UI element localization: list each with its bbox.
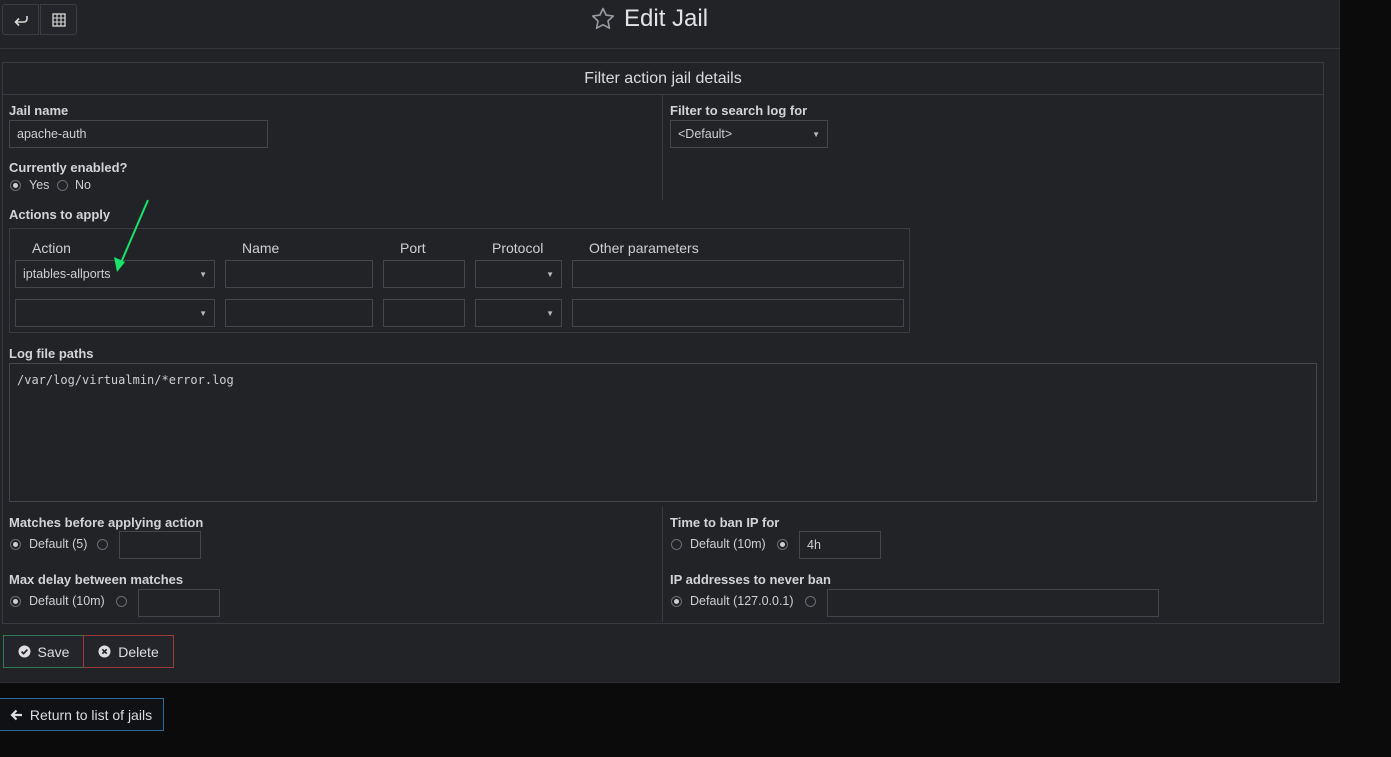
matches-default-radio[interactable]: [10, 539, 21, 550]
check-circle-icon: [18, 645, 31, 658]
log-paths-textarea[interactable]: /var/log/virtualmin/*error.log: [9, 363, 1317, 502]
max-delay-label: Max delay between matches: [9, 572, 184, 587]
top-bar: Edit Jail: [0, 0, 1340, 49]
undo-arrow-icon: [13, 13, 29, 27]
ban-time-default-radio[interactable]: [671, 539, 682, 550]
actions-header-name: Name: [242, 240, 280, 256]
arrow-left-icon: [10, 709, 23, 721]
column-divider-top: [662, 95, 663, 200]
max-delay-default-label: Default (10m): [29, 594, 105, 608]
action-select-row1-value: iptables-allports: [23, 267, 111, 281]
max-delay-input[interactable]: [138, 589, 220, 617]
action-protocol-select-row2[interactable]: ▼: [475, 299, 562, 327]
chevron-down-icon: ▼: [199, 270, 207, 279]
actions-header-protocol: Protocol: [492, 240, 544, 256]
filter-label: Filter to search log for: [670, 103, 808, 118]
actions-header-other: Other parameters: [589, 240, 699, 256]
chevron-down-icon: ▼: [546, 309, 554, 318]
never-ban-label: IP addresses to never ban: [670, 572, 831, 587]
jail-name-label: Jail name: [9, 103, 69, 118]
times-circle-icon: [98, 645, 111, 658]
enabled-yes-radio[interactable]: [10, 180, 21, 191]
filter-select-value: <Default>: [678, 127, 733, 141]
ban-time-input[interactable]: 4h: [799, 531, 881, 559]
return-button-label: Return to list of jails: [29, 706, 153, 723]
jail-name-input[interactable]: apache-auth: [9, 120, 268, 148]
column-divider-bottom: [662, 506, 663, 622]
page-title-text: Edit Jail: [624, 5, 709, 32]
action-select-row2[interactable]: ▼: [15, 299, 215, 327]
grid-button[interactable]: [40, 4, 77, 35]
return-to-jails-button[interactable]: Return to list of jails: [0, 698, 164, 731]
action-select-row1[interactable]: iptables-allports ▼: [15, 260, 215, 288]
max-delay-default-radio[interactable]: [10, 596, 21, 607]
never-ban-custom-radio[interactable]: [805, 596, 816, 607]
section-title: Filter action jail details: [3, 63, 1323, 95]
action-port-input-row2[interactable]: [383, 299, 465, 327]
matches-default-label: Default (5): [29, 537, 88, 551]
actions-label: Actions to apply: [9, 207, 111, 222]
matches-label: Matches before applying action: [9, 515, 204, 530]
save-button[interactable]: Save: [3, 635, 84, 668]
action-other-input-row2[interactable]: [572, 299, 904, 327]
action-port-input-row1[interactable]: [383, 260, 465, 288]
action-protocol-select-row1[interactable]: ▼: [475, 260, 562, 288]
ban-time-custom-radio[interactable]: [777, 539, 788, 550]
actions-header-port: Port: [400, 240, 426, 256]
ban-time-label: Time to ban IP for: [670, 515, 780, 530]
enabled-no-radio[interactable]: [57, 180, 68, 191]
never-ban-default-radio[interactable]: [671, 596, 682, 607]
chevron-down-icon: ▼: [546, 270, 554, 279]
log-paths-label: Log file paths: [9, 346, 94, 361]
matches-custom-radio[interactable]: [97, 539, 108, 550]
action-name-input-row1[interactable]: [225, 260, 373, 288]
back-button[interactable]: [2, 4, 39, 35]
ban-time-default-label: Default (10m): [690, 537, 766, 551]
save-button-label: Save: [37, 643, 70, 660]
never-ban-default-label: Default (127.0.0.1): [690, 594, 794, 608]
max-delay-custom-radio[interactable]: [116, 596, 127, 607]
star-outline-icon[interactable]: [590, 6, 616, 32]
page-title: Edit Jail: [590, 4, 708, 34]
delete-button[interactable]: Delete: [83, 635, 174, 668]
chevron-down-icon: ▼: [199, 309, 207, 318]
never-ban-input[interactable]: [827, 589, 1159, 617]
action-other-input-row1[interactable]: [572, 260, 904, 288]
delete-button-label: Delete: [118, 643, 159, 660]
enabled-yes-label: Yes: [29, 178, 50, 192]
grid-icon: [51, 12, 66, 27]
matches-input[interactable]: [119, 531, 201, 559]
actions-header-action: Action: [32, 240, 71, 256]
chevron-down-icon: ▼: [812, 130, 820, 139]
enabled-no-label: No: [75, 178, 91, 192]
action-name-input-row2[interactable]: [225, 299, 373, 327]
enabled-label: Currently enabled?: [9, 160, 128, 175]
main-panel: Edit Jail Filter action jail details Jai…: [0, 0, 1340, 683]
filter-select[interactable]: <Default> ▼: [670, 120, 828, 148]
